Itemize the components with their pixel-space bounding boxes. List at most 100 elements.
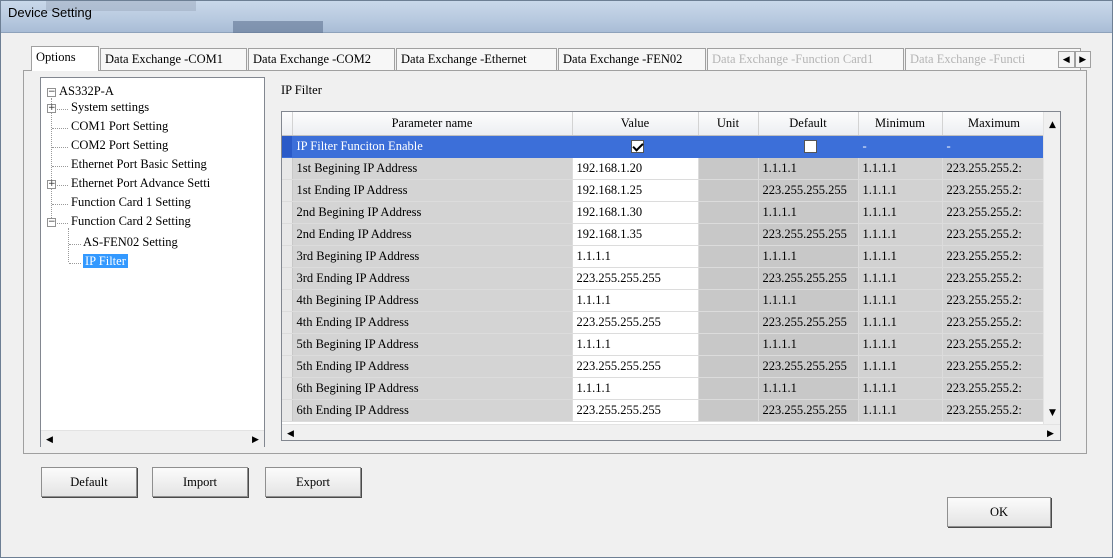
value-cell[interactable]: 223.255.255.255 — [572, 355, 699, 378]
parameter-name-cell: 3rd Begining IP Address — [292, 245, 573, 268]
table-row[interactable]: 3rd Ending IP Address 223.255.255.255 223.… — [282, 267, 1047, 290]
table-row[interactable]: 2nd Begining IP Address 192.168.1.30 1.1.1… — [282, 201, 1047, 224]
table-row[interactable]: 4th Ending IP Address 223.255.255.255 223.… — [282, 311, 1047, 334]
settings-tree[interactable]: ◀ ▶ − AS332P-A + System settings COM1 Port S… — [40, 77, 265, 447]
table-row[interactable]: 1st Ending IP Address 192.168.1.25 223.255… — [282, 179, 1047, 202]
maximum-cell: 223.255.255.2: — [942, 355, 1047, 378]
parameter-grid[interactable]: Parameter name Value Unit Default Minimum Max… — [281, 111, 1061, 441]
column-header-unit[interactable]: Unit — [698, 112, 759, 136]
column-header-minimum[interactable]: Minimum — [858, 112, 943, 136]
triangle-right-icon[interactable]: ▶ — [1042, 425, 1059, 440]
tree-item-function-card-2-setting[interactable]: Function Card 2 Setting — [71, 214, 191, 229]
triangle-down-icon[interactable]: ▼ — [1044, 404, 1060, 421]
tab-options[interactable]: Options — [31, 46, 99, 71]
tree-item-label: Function Card 1 Setting — [71, 195, 191, 209]
row-header[interactable] — [282, 333, 293, 356]
triangle-left-icon[interactable]: ◀ — [41, 431, 58, 448]
tab-data-exchange-ethernet[interactable]: Data Exchange -Ethernet — [396, 48, 557, 70]
unit-cell — [698, 399, 759, 422]
row-header[interactable] — [282, 399, 293, 422]
table-row[interactable]: 2nd Ending IP Address 192.168.1.35 223.255… — [282, 223, 1047, 246]
table-row[interactable]: 5th Ending IP Address 223.255.255.255 223.… — [282, 355, 1047, 378]
tree-item-as-fen02-setting[interactable]: AS-FEN02 Setting — [83, 235, 178, 250]
collapse-icon[interactable]: − — [47, 88, 56, 97]
tree-item-function-card-1-setting[interactable]: Function Card 1 Setting — [71, 195, 191, 210]
row-header[interactable] — [282, 201, 293, 224]
table-row[interactable]: 5th Begining IP Address 1.1.1.1 1.1.1.1 1.1… — [282, 333, 1047, 356]
parameter-name-cell: 4th Begining IP Address — [292, 289, 573, 312]
row-header[interactable] — [282, 245, 293, 268]
row-header[interactable] — [282, 311, 293, 334]
tab-data-exchange-fen02[interactable]: Data Exchange -FEN02 — [558, 48, 706, 70]
default-cell: 223.255.255.255 — [758, 179, 859, 202]
tree-item-label: Ethernet Port Advance Setti — [71, 176, 211, 190]
triangle-left-icon[interactable]: ◀ — [1058, 51, 1075, 68]
row-header[interactable] — [282, 355, 293, 378]
value-cell[interactable]: 1.1.1.1 — [572, 377, 699, 400]
parameter-table: Parameter name Value Unit Default Minimum Max… — [282, 112, 1047, 422]
value-cell[interactable]: 1.1.1.1 — [572, 333, 699, 356]
tab-data-exchange-com1[interactable]: Data Exchange -COM1 — [100, 48, 247, 70]
tree-item-com2-port-setting[interactable]: COM2 Port Setting — [71, 138, 168, 153]
tree-item-ethernet-port-advance-setti[interactable]: Ethernet Port Advance Setti — [71, 176, 210, 191]
unit-cell — [698, 267, 759, 290]
row-header[interactable] — [282, 377, 293, 400]
table-row[interactable]: 3rd Begining IP Address 1.1.1.1 1.1.1.1 1.1… — [282, 245, 1047, 268]
tree-horizontal-scrollbar[interactable]: ◀ ▶ — [41, 430, 264, 447]
row-header[interactable] — [282, 223, 293, 246]
row-header[interactable] — [282, 179, 293, 202]
tree-item-ethernet-port-basic-setting[interactable]: Ethernet Port Basic Setting — [71, 157, 207, 172]
ok-button[interactable]: OK — [947, 497, 1051, 527]
value-cell[interactable] — [572, 135, 699, 158]
minimum-cell: 1.1.1.1 — [858, 223, 943, 246]
tab-data-exchange-functi: Data Exchange -Functi — [905, 48, 1081, 70]
tree-item-ip-filter[interactable]: IP Filter — [83, 254, 128, 269]
triangle-right-icon[interactable]: ▶ — [1074, 51, 1091, 68]
tree-item-label: Function Card 2 Setting — [71, 214, 191, 228]
maximum-cell: 223.255.255.2: — [942, 245, 1047, 268]
column-header-value[interactable]: Value — [572, 112, 699, 136]
tree-root-as332p-a[interactable]: AS332P-A — [59, 84, 114, 99]
expand-icon[interactable]: + — [47, 180, 56, 189]
minimum-cell: 1.1.1.1 — [858, 333, 943, 356]
row-header[interactable] — [282, 289, 293, 312]
row-header[interactable] — [282, 135, 293, 158]
expand-icon[interactable]: + — [47, 104, 56, 113]
value-cell[interactable]: 1.1.1.1 — [572, 245, 699, 268]
triangle-left-icon[interactable]: ◀ — [282, 425, 299, 440]
value-cell[interactable]: 192.168.1.20 — [572, 157, 699, 180]
grid-vertical-scrollbar[interactable]: ▲ ▼ — [1043, 112, 1060, 424]
minimum-cell: 1.1.1.1 — [858, 355, 943, 378]
grid-horizontal-scrollbar[interactable]: ◀ ▶ — [282, 424, 1060, 440]
value-cell[interactable]: 192.168.1.35 — [572, 223, 699, 246]
enable-checkbox[interactable] — [630, 140, 644, 154]
row-header[interactable] — [282, 157, 293, 180]
default-button[interactable]: Default — [41, 467, 137, 497]
value-cell[interactable]: 192.168.1.25 — [572, 179, 699, 202]
import-button[interactable]: Import — [152, 467, 248, 497]
maximum-cell: 223.255.255.2: — [942, 157, 1047, 180]
tree-item-label: AS-FEN02 Setting — [83, 235, 178, 249]
column-header-parameter-name[interactable]: Parameter name — [292, 112, 573, 136]
table-row[interactable]: 4th Begining IP Address 1.1.1.1 1.1.1.1 1.1… — [282, 289, 1047, 312]
table-row[interactable]: IP Filter Funciton Enable - - — [282, 135, 1047, 158]
triangle-up-icon[interactable]: ▲ — [1044, 116, 1060, 133]
triangle-right-icon[interactable]: ▶ — [247, 431, 264, 448]
table-row[interactable]: 6th Begining IP Address 1.1.1.1 1.1.1.1 1.1… — [282, 377, 1047, 400]
export-button[interactable]: Export — [265, 467, 361, 497]
value-cell[interactable]: 1.1.1.1 — [572, 289, 699, 312]
column-header-default[interactable]: Default — [758, 112, 859, 136]
row-header[interactable] — [282, 267, 293, 290]
value-cell[interactable]: 192.168.1.30 — [572, 201, 699, 224]
title-bar[interactable]: Device Setting — [1, 1, 1112, 33]
tree-item-system-settings[interactable]: System settings — [71, 100, 149, 115]
value-cell[interactable]: 223.255.255.255 — [572, 267, 699, 290]
table-row[interactable]: 6th Ending IP Address 223.255.255.255 223.… — [282, 399, 1047, 422]
column-header-maximum[interactable]: Maximum — [942, 112, 1047, 136]
value-cell[interactable]: 223.255.255.255 — [572, 399, 699, 422]
table-row[interactable]: 1st Begining IP Address 192.168.1.20 1.1.1… — [282, 157, 1047, 180]
collapse-icon[interactable]: − — [47, 218, 56, 227]
value-cell[interactable]: 223.255.255.255 — [572, 311, 699, 334]
tab-data-exchange-com2[interactable]: Data Exchange -COM2 — [248, 48, 395, 70]
tree-item-com1-port-setting[interactable]: COM1 Port Setting — [71, 119, 168, 134]
